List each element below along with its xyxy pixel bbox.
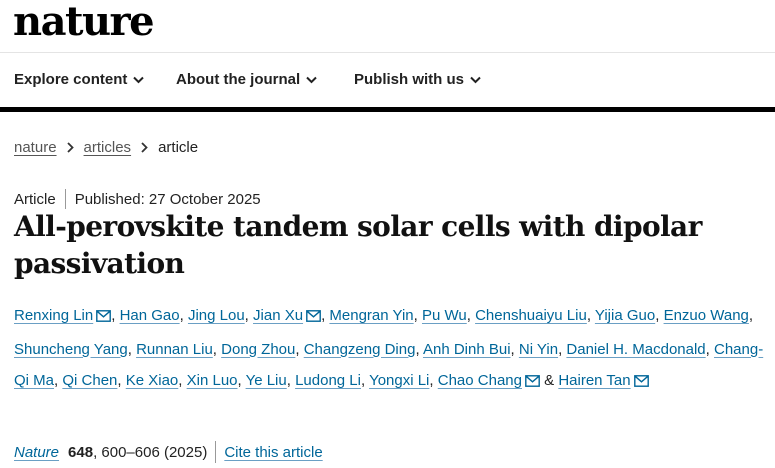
author-item: Mengran Yin [329,307,413,324]
author-link[interactable]: Chenshuaiyu Liu [475,307,587,324]
author-item: Yijia Guo [595,307,655,324]
author-item: Ke Xiao [126,372,179,389]
nav-explore-content[interactable]: Explore content [14,71,145,88]
author-item: Renxing Lin [14,307,112,324]
author-item: Hairen Tan [558,372,649,389]
author-item: Runnan Liu [136,341,213,358]
cite-this-article-link[interactable]: Cite this article [224,444,322,461]
mail-icon[interactable] [525,367,540,399]
nav-publish-with-us[interactable]: Publish with us [354,71,481,88]
nav-about-journal-label: About the journal [176,71,301,88]
author-item: Daniel H. Macdonald [566,341,705,358]
chevron-right-icon [141,142,148,153]
author-item: Jing Lou [188,307,245,324]
author-item: Changzeng Ding [304,341,416,358]
author-link[interactable]: Yijia Guo [595,307,655,324]
site-header: nature [0,0,775,53]
author-link[interactable]: Han Gao [120,307,180,324]
mail-icon[interactable] [633,367,649,399]
author-item: Jian Xu [253,307,321,324]
author-link[interactable]: Jing Lou [188,307,245,324]
author-link[interactable]: Chao Chang [438,372,522,389]
breadcrumb-current: article [158,139,199,156]
author-item: Chenshuaiyu Liu [475,307,587,324]
journal-link[interactable]: Nature [14,444,59,461]
author-item: Qi Chen [62,372,117,389]
author-item: Dong Zhou [221,341,295,358]
main-nav: Explore content About the journal Publis… [0,53,775,107]
author-link[interactable]: Ni Yin [519,341,558,358]
citation-divider [215,441,217,463]
author-link[interactable]: Ludong Li [295,372,361,389]
author-item: Shuncheng Yang [14,341,128,358]
author-item: Xin Luo [187,372,238,389]
author-link[interactable]: Yongxi Li [369,372,429,389]
author-item: Anh Dinh Bui [423,341,511,358]
pages-year: , 600–606 (2025) [93,443,208,461]
author-link[interactable]: Jian Xu [253,307,303,324]
article-title: All-perovskite tandem solar cells with d… [14,210,702,280]
chevron-down-icon [133,76,145,83]
author-link[interactable]: Pu Wu [422,307,467,324]
author-item: Ludong Li [295,372,361,389]
author-link[interactable]: Ye Liu [246,372,287,389]
author-item: Han Gao [120,307,180,324]
volume-number: 648 [68,443,94,461]
chevron-down-icon [306,76,317,83]
author-link[interactable]: Daniel H. Macdonald [566,341,705,358]
author-link[interactable]: Ke Xiao [126,372,179,389]
author-item: Ye Liu [246,372,287,389]
author-list: Renxing Lin, Han Gao, Jing Lou, Jian Xu,… [14,300,766,399]
author-item: Ni Yin [519,341,558,358]
breadcrumb: nature articles article [0,112,775,190]
author-item: Pu Wu [422,307,467,324]
breadcrumb-articles-link[interactable]: articles [84,139,132,156]
author-item: Yongxi Li [369,372,429,389]
mail-icon[interactable] [96,302,112,334]
citation-line: Nature 648 , 600–606 (2025) Cite this ar… [14,441,323,463]
nav-explore-content-label: Explore content [14,71,128,88]
author-item: Enzuo Wang [664,307,749,324]
mail-icon[interactable] [306,302,321,334]
article-meta: Article Published: 27 October 2025 [14,189,261,209]
breadcrumb-nature-link[interactable]: nature [14,139,57,156]
author-link[interactable]: Qi Chen [62,372,117,389]
author-link[interactable]: Dong Zhou [221,341,295,358]
author-link[interactable]: Runnan Liu [136,341,213,358]
chevron-right-icon [66,142,74,153]
article-type: Article [14,190,56,208]
author-link[interactable]: Xin Luo [187,372,238,389]
author-link[interactable]: Renxing Lin [14,307,93,324]
author-link[interactable]: Changzeng Ding [304,341,416,358]
published-date: Published: 27 October 2025 [74,190,261,208]
meta-divider [64,189,66,209]
author-link[interactable]: Shuncheng Yang [14,341,128,358]
author-link[interactable]: Anh Dinh Bui [423,341,511,358]
author-link[interactable]: Enzuo Wang [664,307,749,324]
author-link[interactable]: Mengran Yin [329,307,413,324]
nav-about-journal[interactable]: About the journal [176,71,317,88]
author-item: Chao Chang [438,372,540,389]
nav-publish-with-us-label: Publish with us [354,71,465,88]
nature-logo[interactable]: nature [13,0,155,45]
author-link[interactable]: Hairen Tan [558,372,630,389]
chevron-down-icon [470,76,481,83]
